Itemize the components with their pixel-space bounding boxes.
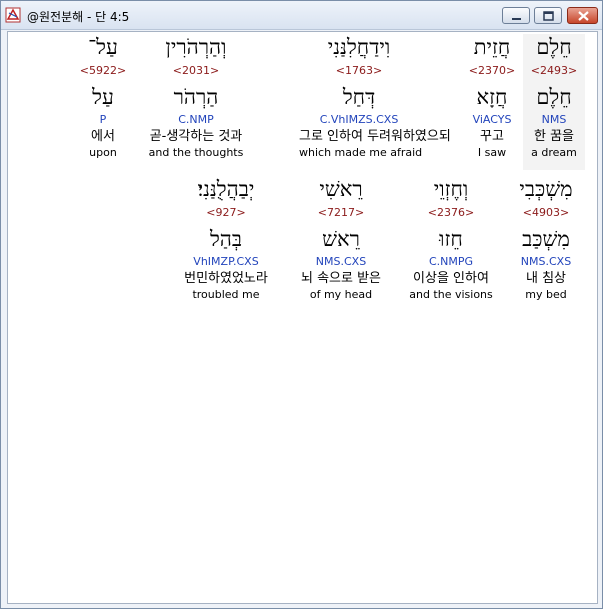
word-block[interactable]: רֵאשִׁי <7217> רֵאשׁ NMS.CXS 뇌 속으로 받은 of my h… [281,176,401,302]
maximize-button[interactable] [534,7,562,24]
english-gloss: troubled me [192,288,260,301]
english-gloss: and the visions [409,288,493,301]
strong-number: <2370> [468,64,516,77]
korean-gloss: 번민하였었노라 [184,271,268,286]
english-gloss: upon [89,146,117,159]
parsing-code: VhIMZP.CXS [193,255,259,268]
hebrew-lemma: עַל [92,85,114,109]
maximize-icon [543,11,554,21]
hebrew-lemma: חֵזוּ [439,227,463,251]
parsing-code: C.NMPG [428,255,474,268]
hebrew-word: יְבַהֲלֻנַּנִי׃ [197,177,255,201]
word-block[interactable]: עַל־ <5922> עַל P 에서 upon [43,34,163,160]
hebrew-lemma: חֲזָא [476,85,508,109]
parsing-code: ViACYS [472,113,512,126]
strong-number: <7217> [317,206,365,219]
english-gloss: of my head [309,288,373,301]
hebrew-word: וְחֶזְוֵי [433,177,469,201]
hebrew-lemma: דְּחַל [342,85,376,109]
minimize-button[interactable] [502,7,530,24]
korean-gloss: 뇌 속으로 받은 [300,271,382,286]
word-block[interactable]: וִידַחֲלִנַּנִי <1763> דְּחַל C.VhIMZS.CXS 그… [299,34,451,160]
hebrew-word: רֵאשִׁי [319,177,363,201]
strong-number: <1763> [335,64,383,77]
hebrew-word: וִידַחֲלִנַּנִי [327,35,391,59]
minimize-icon [512,18,521,20]
parsing-code: P [99,113,107,126]
close-button[interactable] [567,7,598,24]
english-gloss: which made me afraid [299,146,423,159]
hebrew-lemma: רֵאשׁ [322,227,360,251]
korean-gloss: 이상을 인하여 [413,271,489,286]
app-window: @원전분해 - 단 4:5 חֵלֶם <2493> חֵלֶם NMS 한 꿈을 a d… [0,0,603,609]
word-block[interactable]: וְחֶזְוֵי <2376> חֵזוּ C.NMPG 이상을 인하여 and the… [391,176,511,302]
hebrew-word: חֲזֵית [473,35,511,59]
english-gloss: I saw [477,146,507,159]
close-icon [578,11,589,21]
title-bar[interactable]: @원전분해 - 단 4:5 [1,1,602,30]
strong-number: <5922> [79,64,127,77]
korean-gloss: 그로 인하여 두려워하였으되 [299,129,451,144]
word-block[interactable]: יְבַהֲלֻנַּנִי׃ <927> בְּהַל VhIMZP.CXS 번민하였… [166,176,286,302]
strong-number: <927> [206,206,246,219]
korean-gloss: 에서 [91,129,115,144]
parsing-code: C.VhIMZS.CXS [319,113,399,126]
parsing-code: NMS.CXS [315,255,367,268]
window-title: @원전분해 - 단 4:5 [27,10,130,24]
strong-number: <2376> [427,206,475,219]
analysis-pane[interactable]: חֵלֶם <2493> חֵלֶם NMS 한 꿈을 a dream חֲזֵית <237… [7,31,598,604]
hebrew-lemma: בְּהַל [209,227,243,251]
app-icon [5,7,21,23]
hebrew-word: עַל־ [88,35,118,59]
